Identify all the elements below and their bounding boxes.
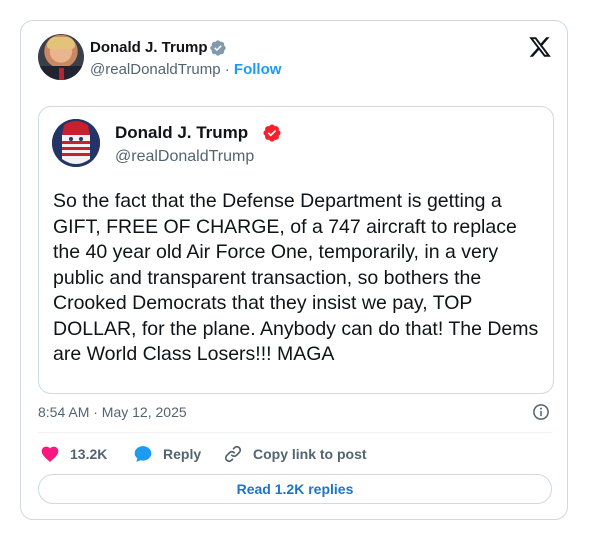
author-avatar[interactable] <box>38 34 84 80</box>
copy-link-label: Copy link to post <box>253 446 367 462</box>
quoted-post-text: So the fact that the Defense Department … <box>53 190 539 365</box>
author-handle-line: @realDonaldTrump · Follow <box>90 61 281 78</box>
copy-link-button[interactable]: Copy link to post <box>223 444 367 464</box>
author-name[interactable]: Donald J. Trump <box>90 39 208 56</box>
heart-icon <box>41 446 59 462</box>
quoted-post[interactable]: Donald J. Trump @realDonaldTrump So the … <box>38 106 554 394</box>
author-handle[interactable]: @realDonaldTrump <box>90 61 221 78</box>
reply-button[interactable]: Reply <box>133 444 201 464</box>
like-button[interactable]: 13.2K <box>40 444 107 464</box>
quoted-author-avatar[interactable] <box>52 119 100 167</box>
x-logo-icon[interactable] <box>528 35 552 59</box>
quoted-author-handle[interactable]: @realDonaldTrump <box>115 148 254 166</box>
quoted-author-name[interactable]: Donald J. Trump <box>115 123 248 143</box>
verified-badge-icon <box>210 40 226 56</box>
post-timestamp[interactable]: 8:54 AM · May 12, 2025 <box>38 404 187 420</box>
follow-link[interactable]: Follow <box>234 61 282 78</box>
reply-label: Reply <box>163 446 202 462</box>
read-replies-button[interactable]: Read 1.2K replies <box>38 474 552 504</box>
speech-bubble-icon <box>134 446 152 462</box>
embedded-post-card: Donald J. Trump @realDonaldTrump · Follo… <box>20 20 568 520</box>
like-count: 13.2K <box>70 446 108 462</box>
handle-separator: · <box>220 61 234 78</box>
link-icon <box>224 445 242 463</box>
divider <box>38 432 552 433</box>
verified-badge-icon <box>263 124 281 142</box>
info-icon[interactable] <box>532 403 550 421</box>
